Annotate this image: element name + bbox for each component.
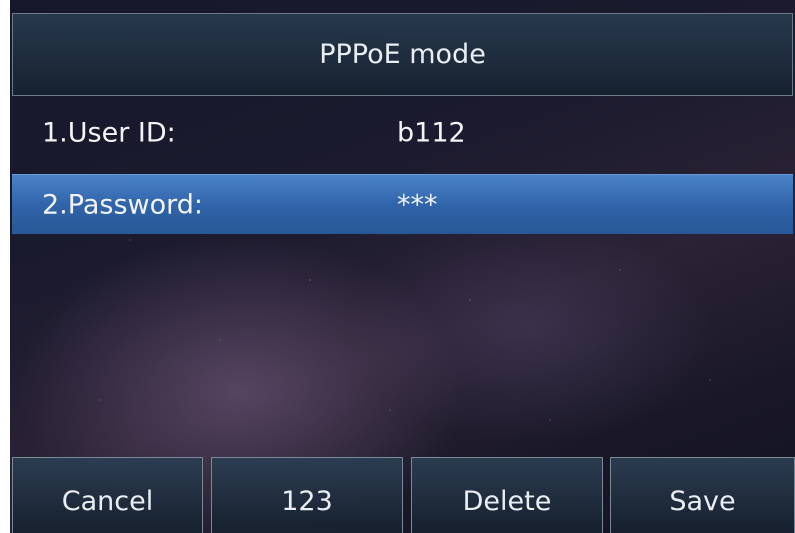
title-bar: PPPoE mode [12,13,793,96]
save-button[interactable]: Save [610,457,795,533]
field-label: 1.User ID: [42,117,176,149]
user-id-input[interactable]: b112 [397,118,466,149]
field-label: 2.Password: [42,189,203,220]
phone-screen: PPPoE mode 1.User ID: b112 2.Password: *… [10,0,795,533]
page-title: PPPoE mode [319,39,486,70]
field-user-id[interactable]: 1.User ID: b112 [12,103,793,163]
delete-button[interactable]: Delete [411,457,603,533]
input-mode-button[interactable]: 123 [211,457,403,533]
field-password[interactable]: 2.Password: *** [12,174,793,234]
softkey-bar: Cancel 123 Delete Save [10,457,795,533]
cancel-button[interactable]: Cancel [12,457,203,533]
password-input[interactable]: *** [397,189,438,220]
